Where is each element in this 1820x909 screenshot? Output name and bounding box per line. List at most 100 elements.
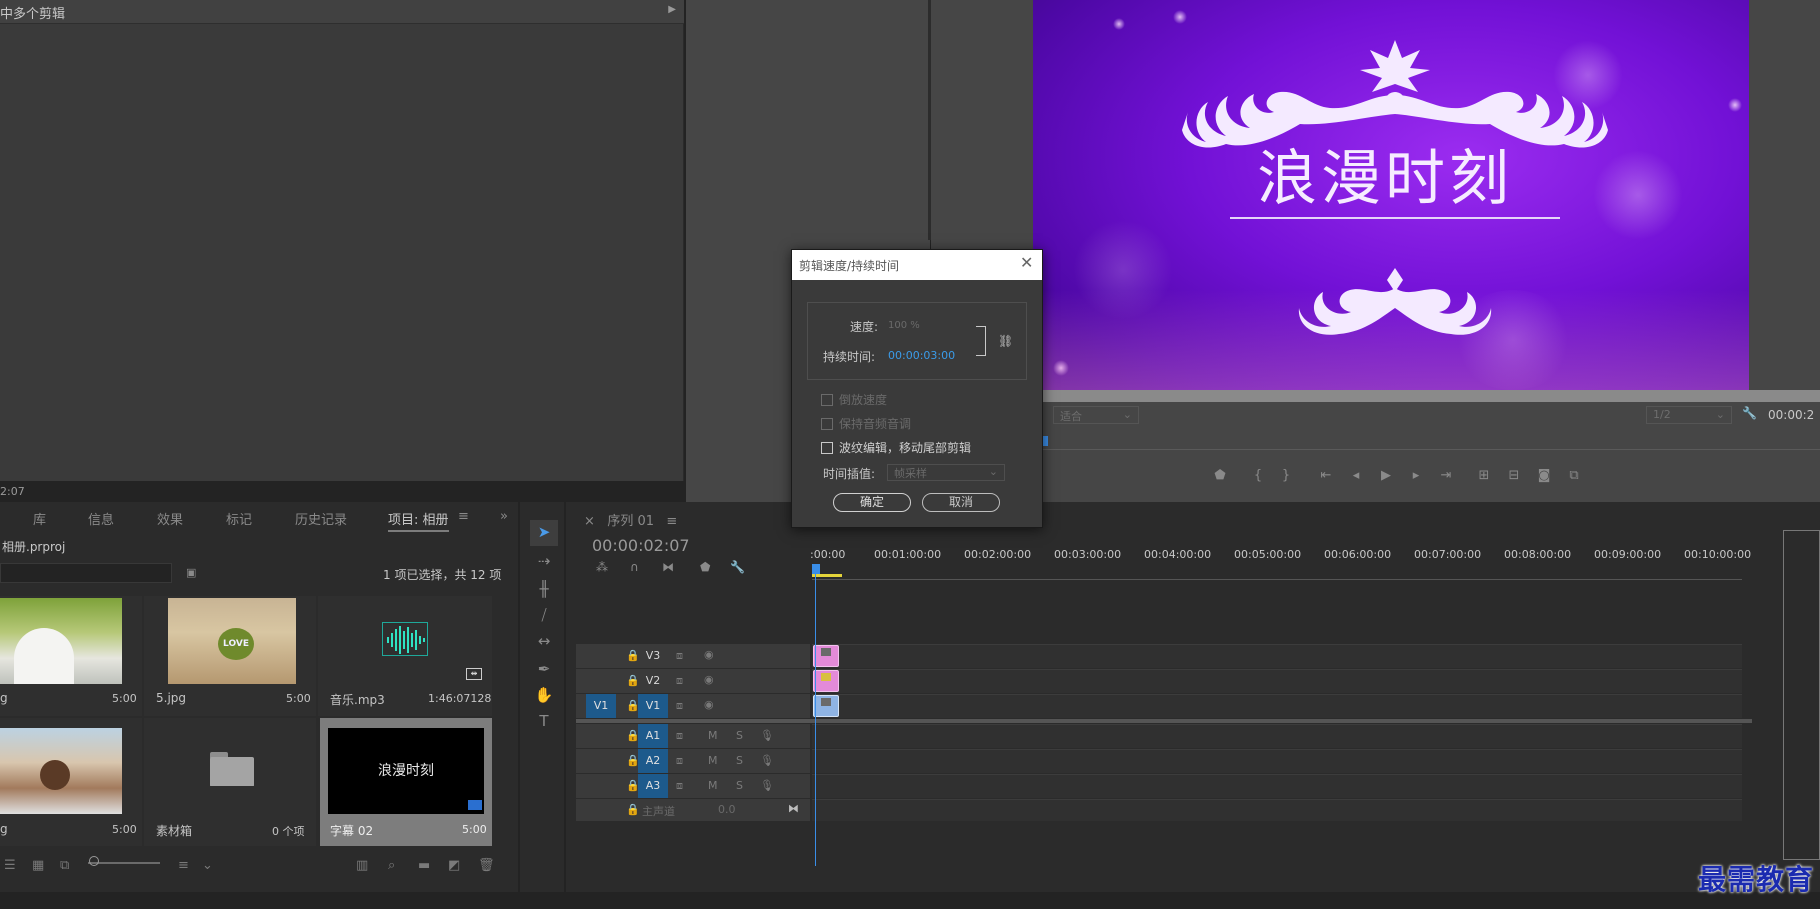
lift-icon[interactable]: ⊞ (1474, 468, 1494, 483)
pen-tool-icon[interactable]: ✒ (534, 660, 554, 678)
sync-lock-icon[interactable]: ⧈ (676, 674, 683, 688)
sync-lock-icon[interactable]: ⧈ (676, 754, 683, 768)
play-icon[interactable]: ▶ (1376, 468, 1396, 483)
track-name-v1[interactable]: V1 (638, 694, 668, 718)
automate-sequence-icon[interactable]: ▥ (356, 858, 368, 873)
step-forward-icon[interactable]: ▸ (1406, 468, 1426, 483)
trash-icon[interactable]: 🗑 (478, 858, 495, 873)
razor-tool-icon[interactable]: ⧸ (534, 606, 554, 624)
close-icon[interactable]: × (584, 514, 595, 529)
track-lane-v1[interactable] (812, 694, 1742, 718)
timeline-timecode[interactable]: 00:00:02:07 (592, 536, 690, 555)
track-lane-master[interactable] (812, 799, 1742, 821)
list-view-icon[interactable]: ☰ (4, 858, 16, 873)
track-name-a3[interactable]: A3 (638, 774, 668, 798)
close-icon[interactable]: ✕ (1020, 253, 1033, 272)
slip-tool-icon[interactable]: ↔ (534, 632, 554, 650)
snap-icon[interactable]: ∩ (630, 560, 639, 574)
track-header-v2[interactable]: 🔒 V2 ⧈ ◉ (576, 669, 810, 693)
ripple-edit-checkbox[interactable] (821, 442, 833, 454)
icon-view-icon[interactable]: ▦ (32, 858, 44, 873)
comparison-view-icon[interactable]: ⧉ (1564, 468, 1584, 483)
selection-tool-icon[interactable]: ➤ (530, 520, 558, 546)
clip-v3[interactable] (813, 645, 839, 667)
sync-lock-icon[interactable]: ⧈ (676, 729, 683, 743)
tab-menu-icon[interactable]: ≡ (458, 509, 469, 524)
timeline-playhead-line[interactable] (815, 564, 816, 866)
track-header-v3[interactable]: 🔒 V3 ⧈ ◉ (576, 644, 810, 668)
hand-tool-icon[interactable]: ✋ (534, 686, 554, 704)
add-marker-icon[interactable]: ⬟ (1210, 468, 1230, 483)
ok-button[interactable]: 确定 (833, 493, 911, 512)
solo-button[interactable]: S (736, 729, 743, 742)
ripple-edit-option[interactable]: 波纹编辑，移动尾部剪辑 (821, 439, 971, 456)
linked-selection-icon[interactable]: ⧓ (662, 560, 674, 574)
eye-icon[interactable]: ◉ (704, 648, 714, 661)
project-item-tile-selected[interactable]: 浪漫时刻 字幕 02 5:00 (320, 718, 492, 846)
sync-lock-icon[interactable]: ⧈ (676, 699, 683, 713)
lock-icon[interactable]: 🔒 (626, 649, 640, 662)
project-item-tile[interactable]: ⇹ 音乐.mp3 1:46:07128 (318, 596, 492, 716)
overflow-chevron-icon[interactable]: » (500, 509, 508, 524)
track-lane-a3[interactable] (812, 774, 1742, 798)
program-fit-select[interactable]: 适合 ⌄ (1053, 406, 1139, 424)
source-patch-v1[interactable]: V1 (586, 694, 616, 718)
track-lane-a1[interactable] (812, 724, 1742, 748)
project-item-tile[interactable]: LOVE 5.jpg 5:00 (144, 596, 316, 716)
reverse-speed-checkbox[interactable] (821, 394, 833, 406)
track-header-a3[interactable]: 🔒 A3 ⧈ M S 🎙 (576, 774, 810, 798)
tab-info[interactable]: 信息 (88, 509, 114, 528)
export-frame-icon[interactable]: ◙ (1534, 468, 1554, 483)
freeform-view-icon[interactable]: ⧉ (60, 858, 69, 873)
speed-input[interactable]: 100 % (888, 320, 920, 331)
eye-icon[interactable]: ◉ (704, 673, 714, 686)
timeline-playhead-handle[interactable] (812, 564, 820, 574)
project-search-input[interactable] (0, 563, 172, 583)
ripple-edit-tool-icon[interactable]: ╫ (534, 580, 554, 598)
time-interpolation-select[interactable]: 帧采样 ⌄ (887, 464, 1005, 481)
go-to-end-icon[interactable]: ⧓ (788, 802, 799, 815)
master-volume-value[interactable]: 0.0 (718, 803, 736, 816)
timeline-work-area[interactable] (812, 574, 842, 577)
sort-icon[interactable]: ≡ (178, 858, 189, 873)
extract-icon[interactable]: ⊟ (1504, 468, 1524, 483)
microphone-icon[interactable]: 🎙 (760, 729, 774, 742)
program-time-ruler[interactable] (1040, 432, 1820, 450)
chevron-down-icon[interactable]: ⌄ (202, 858, 213, 873)
solo-button[interactable]: S (736, 754, 743, 767)
clip-v2[interactable] (813, 670, 839, 692)
track-lane-a2[interactable] (812, 749, 1742, 773)
new-bin-icon[interactable]: ▬ (418, 858, 430, 873)
timeline-ruler[interactable] (812, 572, 1742, 580)
tab-menu-icon[interactable]: ≡ (666, 514, 677, 529)
maintain-pitch-option[interactable]: 保持音频音调 (821, 415, 911, 432)
new-item-icon[interactable]: ◩ (448, 858, 460, 873)
track-name-a2[interactable]: A2 (638, 749, 668, 773)
mute-button[interactable]: M (708, 779, 718, 792)
tab-effects[interactable]: 效果 (157, 509, 183, 528)
project-item-tile[interactable]: g 5:00 (0, 718, 142, 846)
microphone-icon[interactable]: 🎙 (760, 779, 774, 792)
track-name-a1[interactable]: A1 (638, 724, 668, 748)
track-lane-v3[interactable] (812, 644, 1742, 668)
panel-menu-arrow-icon[interactable]: ▶ (668, 4, 676, 15)
go-to-out-icon[interactable]: ⇥ (1436, 468, 1456, 483)
cancel-button[interactable]: 取消 (922, 493, 1000, 512)
video-audio-divider[interactable] (576, 719, 1752, 723)
track-header-a1[interactable]: 🔒 A1 ⧈ M S 🎙 (576, 724, 810, 748)
solo-button[interactable]: S (736, 779, 743, 792)
source-panel-header[interactable]: 中多个剪辑 ▶ (0, 0, 684, 24)
mark-in-icon[interactable]: { (1248, 468, 1268, 483)
track-select-tool-icon[interactable]: ⇢ (534, 552, 554, 570)
zoom-slider-handle[interactable] (89, 856, 99, 866)
microphone-icon[interactable]: 🎙 (760, 754, 774, 767)
sync-lock-icon[interactable]: ⧈ (676, 649, 683, 663)
eye-icon[interactable]: ◉ (704, 698, 714, 711)
go-to-in-icon[interactable]: ⇤ (1316, 468, 1336, 483)
type-tool-icon[interactable]: T (534, 712, 554, 730)
clip-v1[interactable] (813, 695, 839, 717)
track-header-master[interactable]: 🔒 主声道 0.0 ⧓ (576, 799, 810, 821)
lock-icon[interactable]: 🔒 (626, 803, 640, 816)
lock-icon[interactable]: 🔒 (626, 674, 640, 687)
wrench-icon[interactable]: 🔧 (1742, 406, 1757, 420)
